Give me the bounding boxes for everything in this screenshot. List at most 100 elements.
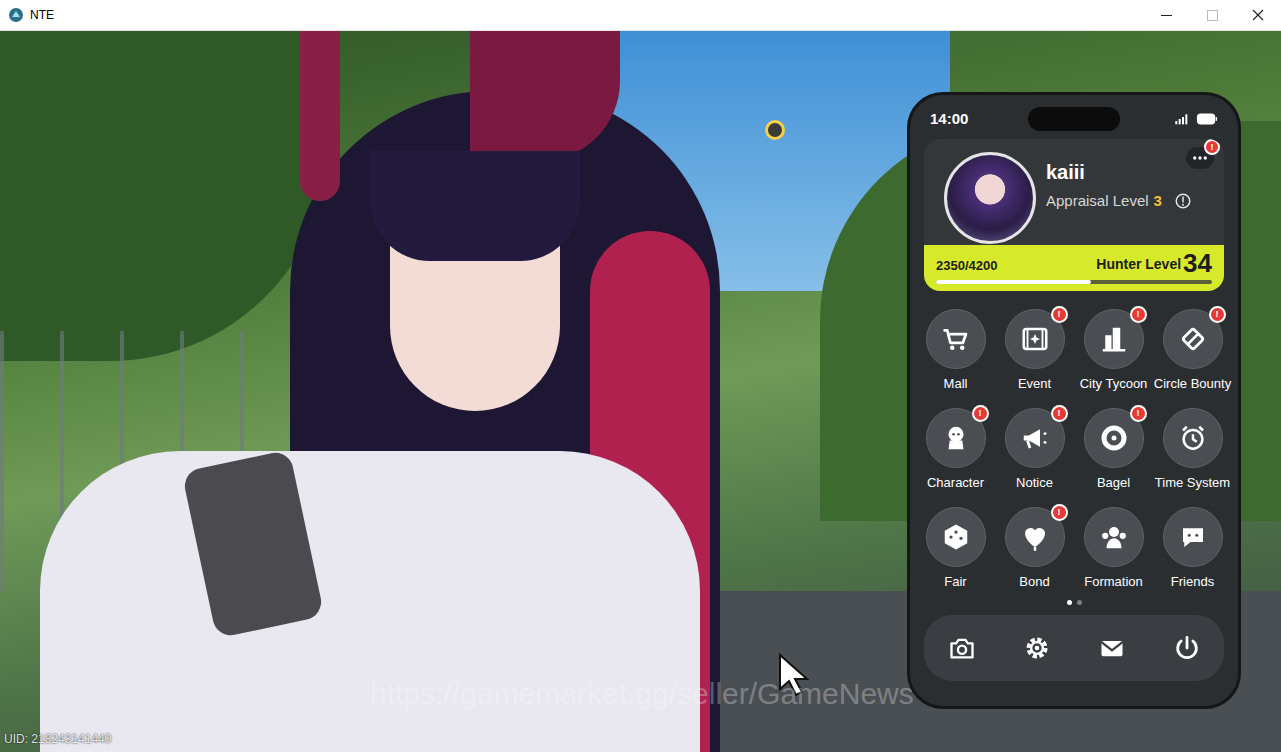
status-icons (1148, 108, 1218, 130)
camera-icon (948, 634, 976, 662)
close-icon (1252, 9, 1264, 21)
watermark: https://gamemarket.gg/seller/GameNews (370, 671, 914, 716)
app-item[interactable]: Mall (916, 309, 995, 392)
app-button[interactable]: ! (1084, 408, 1144, 468)
notification-badge: ! (1204, 139, 1220, 155)
film-icon (1020, 324, 1050, 354)
more-button[interactable]: ! (1186, 147, 1214, 169)
notification-badge: ! (1209, 306, 1226, 323)
window-title: NTE (30, 6, 54, 24)
gear-icon (1023, 634, 1051, 662)
dice-icon (941, 522, 971, 552)
character-icon (941, 423, 971, 453)
phone-menu: 14:00 kaiii Appraisal Level3! 2350/4200 Hunt… (907, 92, 1241, 709)
appraisal-level: 3 (1154, 190, 1162, 213)
app-label: Time System (1155, 475, 1230, 491)
team-icon (1099, 522, 1129, 552)
cart-icon (941, 324, 971, 354)
exp-track (936, 280, 1212, 284)
battery-icon (1196, 108, 1218, 130)
notch (1028, 107, 1120, 131)
app-button[interactable]: ! (1005, 507, 1065, 567)
app-item[interactable]: ! Circle Bounty (1153, 309, 1232, 392)
trees-left (0, 31, 330, 361)
app-item[interactable]: ! Notice (995, 408, 1074, 491)
app-label: Event (1018, 376, 1051, 392)
maximize-button[interactable] (1189, 0, 1235, 30)
bounty-icon (1178, 324, 1208, 354)
app-item[interactable]: ! Bagel (1074, 408, 1153, 491)
app-logo-icon (8, 7, 24, 23)
page-indicator (910, 600, 1238, 605)
minimize-button[interactable] (1143, 0, 1189, 30)
app-label: Bond (1019, 574, 1049, 590)
uid-label: UID: 218243141440 (4, 732, 111, 746)
app-label: Fair (944, 574, 966, 590)
app-button[interactable] (926, 507, 986, 567)
buildings-icon (1099, 324, 1129, 354)
app-item[interactable]: ! Character (916, 408, 995, 491)
mail-button[interactable] (1090, 626, 1134, 670)
notification-badge: ! (1130, 405, 1147, 422)
app-label: Bagel (1097, 475, 1130, 491)
waypoint-marker[interactable] (765, 120, 785, 140)
notification-badge: ! (1130, 306, 1147, 323)
clock: 14:00 (930, 108, 1000, 131)
notification-badge: ! (1051, 306, 1068, 323)
title-bar: NTE (0, 0, 1281, 31)
clock-icon (1178, 423, 1208, 453)
status-bar: 14:00 (910, 95, 1238, 137)
app-label: City Tycoon (1080, 376, 1148, 392)
app-label: Notice (1016, 475, 1053, 491)
power-button[interactable] (1165, 626, 1209, 670)
megaphone-icon (1020, 423, 1050, 453)
app-item[interactable]: Fair (916, 507, 995, 590)
hunter-level-bar: 2350/4200Hunter Level34 (924, 245, 1224, 291)
app-grid: Mall! Event! City Tycoon! Circle Bounty! Cha… (910, 309, 1238, 590)
app-item[interactable]: Friends (1153, 507, 1232, 590)
app-button[interactable]: ! (1005, 309, 1065, 369)
exp-counter: 2350/4200 (936, 256, 997, 276)
app-button[interactable]: ! (1005, 408, 1065, 468)
app-button[interactable] (1084, 507, 1144, 567)
chat-icon (1178, 522, 1208, 552)
app-label: Formation (1084, 574, 1143, 590)
app-button[interactable] (1163, 408, 1223, 468)
notification-badge: ! (1051, 504, 1068, 521)
app-label: Mall (944, 376, 968, 392)
minimize-icon (1161, 10, 1172, 21)
exp-fill (936, 280, 1091, 284)
avatar[interactable] (944, 152, 1036, 244)
appraisal-label: Appraisal Level (1046, 190, 1149, 213)
dock (924, 615, 1224, 681)
bagel-icon (1099, 423, 1129, 453)
character-bangs (370, 151, 580, 261)
heart-icon (1020, 522, 1050, 552)
profile-card[interactable]: kaiii Appraisal Level3! 2350/4200 Hunter Le… (924, 139, 1224, 291)
character-horn-left (300, 31, 340, 201)
app-button[interactable] (1163, 507, 1223, 567)
maximize-icon (1207, 10, 1218, 21)
app-label: Circle Bounty (1154, 376, 1231, 392)
page-dot[interactable] (1067, 600, 1072, 605)
camera-button[interactable] (940, 626, 984, 670)
player-name: kaiii (1046, 160, 1192, 184)
hunter-level-label: Hunter Level (1096, 254, 1181, 275)
app-item[interactable]: ! Bond (995, 507, 1074, 590)
power-icon (1173, 634, 1201, 662)
app-item[interactable]: ! Event (995, 309, 1074, 392)
info-icon (1174, 192, 1192, 210)
page-dot[interactable] (1077, 600, 1082, 605)
game-scene[interactable]: https://gamemarket.gg/seller/GameNews UI… (0, 31, 1281, 752)
signal-icon (1174, 111, 1190, 127)
app-item[interactable]: Time System (1153, 408, 1232, 491)
app-item[interactable]: Formation (1074, 507, 1153, 590)
app-label: Character (927, 475, 984, 491)
app-button[interactable] (926, 309, 986, 369)
app-button[interactable]: ! (1084, 309, 1144, 369)
app-button[interactable]: ! (1163, 309, 1223, 369)
settings-button[interactable] (1015, 626, 1059, 670)
app-button[interactable]: ! (926, 408, 986, 468)
close-button[interactable] (1235, 0, 1281, 30)
app-item[interactable]: ! City Tycoon (1074, 309, 1153, 392)
